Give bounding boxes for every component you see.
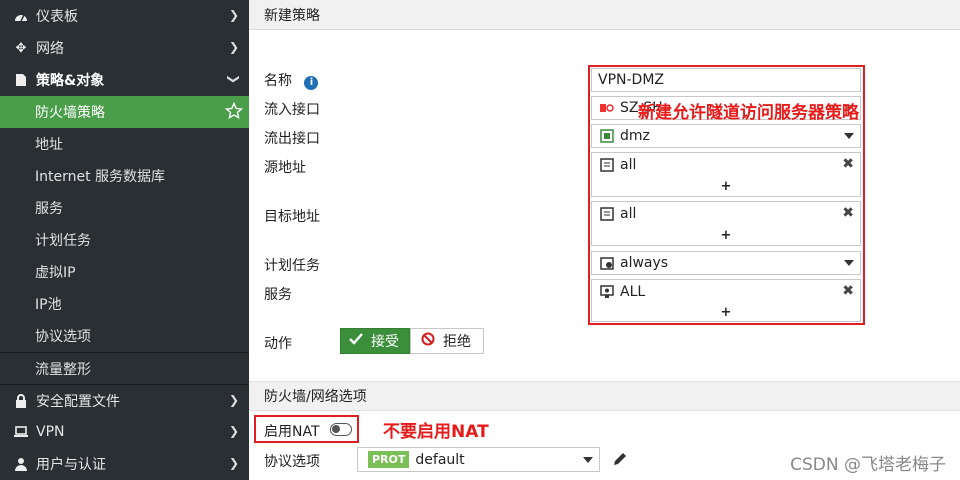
sidebar-item-label: 虚拟IP	[35, 265, 76, 281]
sidebar-item-label: 策略&对象	[36, 73, 105, 89]
sidebar-item-security-profiles[interactable]: 安全配置文件 ❯	[0, 384, 249, 416]
caret-down-icon	[583, 457, 593, 463]
sidebar-item-firewall-policy[interactable]: 防火墙策略	[0, 96, 249, 128]
page-title: 新建策略	[249, 0, 960, 30]
name-label-row: 名称 i	[264, 70, 319, 90]
protocol-options-value: default	[415, 451, 465, 468]
chevron-right-icon: ❯	[228, 424, 239, 438]
sidebar-item-label: VPN	[36, 424, 65, 440]
sidebar-item-label: 服务	[35, 201, 63, 217]
sidebar-item-ip-pools[interactable]: IP池	[0, 288, 249, 320]
chevron-right-icon: ❯	[228, 40, 239, 54]
sidebar-item-label: 防火墙策略	[35, 105, 105, 121]
service-label: 服务	[264, 287, 292, 303]
sidebar-item-policy-objects[interactable]: 策略&对象 ❯	[0, 64, 249, 96]
prot-badge: PROT	[368, 451, 410, 468]
chevron-right-icon: ❯	[228, 8, 239, 22]
sidebar-item-label: 地址	[35, 137, 63, 153]
sidebar-item-label: 计划任务	[35, 233, 91, 249]
sidebar-item-label: 协议选项	[35, 329, 91, 345]
edit-icon[interactable]	[612, 451, 628, 471]
sidebar-item-label: IP池	[35, 297, 62, 313]
main-panel: 新建策略 名称 i VPN-DMZ 流入接口 SZ-SH 流出接口 dmz 源地…	[249, 0, 960, 480]
user-icon	[12, 457, 30, 471]
deny-label: 拒绝	[443, 334, 471, 350]
sidebar-item-label: Internet 服务数据库	[35, 169, 166, 185]
accept-label: 接受	[371, 334, 399, 350]
sidebar-item-network[interactable]: ✥ 网络 ❯	[0, 32, 249, 64]
sidebar-item-services[interactable]: 服务	[0, 192, 249, 224]
accept-button[interactable]: 接受	[340, 328, 410, 354]
lock-icon	[12, 393, 30, 408]
sidebar-item-schedules[interactable]: 计划任务	[0, 224, 249, 256]
watermark: CSDN @飞塔老梅子	[790, 455, 946, 475]
sidebar-item-vpn[interactable]: VPN ❯	[0, 416, 249, 448]
annotation-policy-note: 新建允许隧道访问服务器策略	[638, 103, 859, 123]
deny-icon	[421, 332, 435, 350]
info-icon[interactable]: i	[304, 76, 319, 90]
incoming-interface-label: 流入接口	[264, 102, 320, 118]
action-label: 动作	[264, 336, 292, 352]
source-address-label: 源地址	[264, 160, 306, 176]
check-icon	[349, 333, 363, 349]
monitor-icon	[12, 426, 30, 438]
sidebar-item-label: 用户与认证	[36, 457, 106, 473]
firewall-network-options-header: 防火墙/网络选项	[249, 381, 960, 411]
sidebar-item-dashboard[interactable]: 仪表板 ❯	[0, 0, 249, 32]
protocol-options-label: 协议选项	[264, 454, 320, 470]
sidebar-item-label: 网络	[36, 41, 64, 57]
chevron-down-icon: ❯	[226, 73, 241, 85]
sidebar-item-virtual-ip[interactable]: 虚拟IP	[0, 256, 249, 288]
sidebar-item-user-auth[interactable]: 用户与认证 ❯	[0, 448, 249, 480]
outgoing-interface-label: 流出接口	[264, 131, 320, 147]
sidebar-item-label: 流量整形	[35, 361, 91, 378]
chevron-right-icon: ❯	[228, 456, 239, 470]
chevron-right-icon: ❯	[228, 393, 239, 407]
sidebar-item-label: 安全配置文件	[36, 393, 120, 410]
annotation-box-nat	[254, 415, 359, 443]
name-label: 名称	[264, 73, 292, 89]
sidebar-item-label: 仪表板	[36, 9, 78, 25]
network-icon: ✥	[15, 40, 27, 56]
protocol-options-select[interactable]: PROT default	[357, 447, 600, 472]
sidebar-item-internet-service-db[interactable]: Internet 服务数据库	[0, 160, 249, 192]
destination-address-label: 目标地址	[264, 209, 320, 225]
sidebar-item-address[interactable]: 地址	[0, 128, 249, 160]
deny-button[interactable]: 拒绝	[410, 328, 484, 354]
sidebar-item-protocol-options[interactable]: 协议选项	[0, 320, 249, 352]
annotation-nat-note: 不要启用NAT	[383, 422, 489, 442]
star-icon[interactable]	[224, 101, 244, 120]
schedule-label: 计划任务	[264, 258, 320, 274]
sidebar: 仪表板 ❯ ✥ 网络 ❯ 策略&对象 ❯ 防火墙策略 地址 Internet 服…	[0, 0, 249, 480]
dashboard-icon	[12, 10, 30, 22]
sidebar-item-traffic-shaping[interactable]: 流量整形	[0, 352, 249, 384]
policy-icon	[12, 73, 30, 87]
